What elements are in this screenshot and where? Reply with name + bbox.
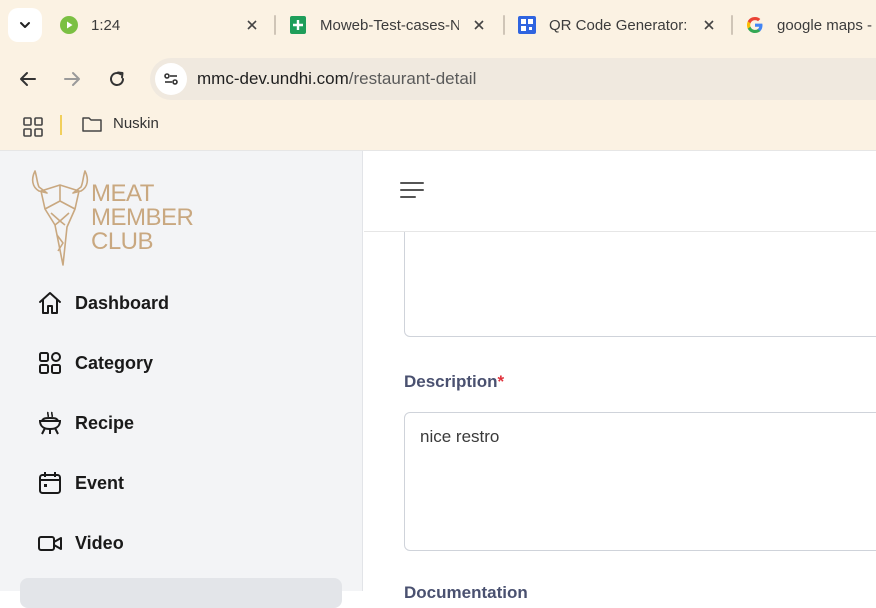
sidebar-item-category[interactable]: Category: [36, 348, 153, 378]
sidebar-item-recipe[interactable]: Recipe: [36, 408, 134, 438]
tab-search-button[interactable]: [8, 8, 42, 42]
arrow-left-icon: [20, 72, 36, 86]
bookmarks-bar: Nuskin: [0, 108, 876, 150]
close-icon[interactable]: [244, 17, 260, 33]
tab-title: Moweb-Test-cases-N: [320, 16, 459, 34]
bookmark-folder-nuskin[interactable]: Nuskin: [82, 115, 159, 132]
sidebar-item-label: Event: [75, 472, 125, 493]
description-value: nice restro: [420, 427, 500, 446]
main-content: Description* nice restro Documentation: [364, 151, 876, 602]
play-icon: [60, 16, 78, 34]
tab-1[interactable]: 1:24: [60, 10, 260, 40]
bookmark-divider: [60, 115, 62, 135]
address-bar[interactable]: mmc-dev.undhi.com/restaurant-detail: [150, 58, 876, 100]
brand-line-3: CLUB: [91, 228, 153, 255]
textarea-previous[interactable]: [404, 221, 876, 337]
browser-toolbar: mmc-dev.undhi.com/restaurant-detail: [0, 50, 876, 108]
tab-3[interactable]: QR Code Generator:: [518, 10, 718, 40]
sidebar-item-label: Recipe: [75, 412, 135, 433]
description-textarea[interactable]: nice restro: [404, 412, 876, 551]
qr-code-icon: [518, 16, 536, 34]
sidebar-item-video[interactable]: Video: [36, 528, 124, 558]
next-field-label: Documentation: [404, 583, 528, 602]
tab-4[interactable]: google maps -: [746, 10, 876, 40]
close-icon[interactable]: [471, 17, 487, 33]
grid-icon: [36, 349, 64, 377]
arrow-right-icon: [64, 72, 80, 86]
sidebar-item-active[interactable]: [20, 578, 342, 608]
forward-button[interactable]: [58, 65, 86, 93]
apps-grid-icon[interactable]: [22, 116, 44, 138]
back-button[interactable]: [14, 65, 42, 93]
tune-icon: [164, 73, 178, 85]
required-mark: *: [497, 372, 505, 391]
url-domain: mmc-dev.undhi.com: [197, 69, 349, 88]
url-text: mmc-dev.undhi.com/restaurant-detail: [197, 69, 476, 89]
folder-icon: [82, 116, 102, 132]
reload-button[interactable]: [103, 65, 131, 93]
tab-separator: [274, 15, 276, 35]
tab-separator: [503, 15, 505, 35]
tab-2[interactable]: Moweb-Test-cases-N: [289, 10, 489, 40]
description-label: Description*: [404, 372, 504, 392]
reload-icon: [110, 71, 124, 86]
home-icon: [36, 289, 64, 317]
tab-separator: [731, 15, 733, 35]
browser-tab-strip: 1:24 Moweb-Test-cases-N QR Code Generato…: [0, 0, 876, 50]
description-label-text: Description: [404, 372, 498, 391]
brand-line-1: MEAT: [91, 180, 155, 207]
menu-icon[interactable]: [400, 180, 424, 200]
sidebar-item-event[interactable]: Event: [36, 468, 124, 498]
google-icon: [746, 16, 764, 34]
sidebar-item-label: Dashboard: [75, 292, 170, 313]
tab-title: QR Code Generator:: [549, 16, 686, 34]
calendar-icon: [36, 469, 64, 497]
sidebar-item-label: Video: [75, 532, 124, 553]
close-icon[interactable]: [701, 17, 717, 33]
brand-logo: MEAT MEMBER CLUB: [31, 170, 194, 266]
video-icon: [36, 529, 64, 557]
url-path: /restaurant-detail: [348, 69, 477, 88]
chevron-down-icon: [20, 22, 30, 28]
tab-title: google maps -: [777, 16, 873, 34]
site-settings-button[interactable]: [155, 63, 187, 95]
sidebar-item-dashboard[interactable]: Dashboard: [36, 288, 169, 318]
main-header: [364, 151, 876, 232]
sheets-icon: [289, 16, 307, 34]
bookmark-label: Nuskin: [113, 115, 159, 132]
tab-title: 1:24: [91, 16, 121, 34]
page: MEAT MEMBER CLUB Dashboard Category Reci…: [0, 150, 876, 608]
grill-icon: [36, 409, 64, 437]
brand-line-2: MEMBER: [91, 204, 194, 231]
sidebar-item-label: Category: [75, 352, 154, 373]
sidebar: MEAT MEMBER CLUB Dashboard Category Reci…: [0, 151, 363, 608]
